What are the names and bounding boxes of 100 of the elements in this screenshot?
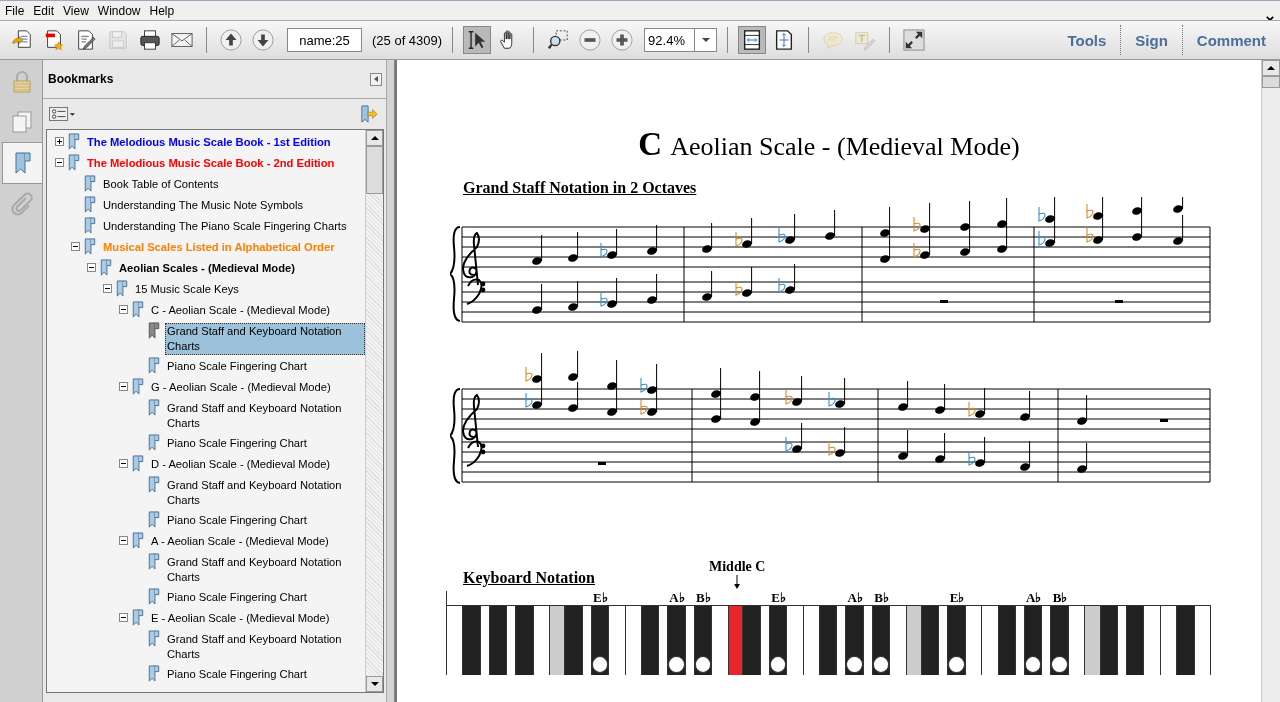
up-arrow-icon[interactable] <box>1267 66 1275 70</box>
bookmark-item[interactable]: Piano Scale Fingering Chart <box>165 512 309 529</box>
pane-link[interactable]: Tools <box>1053 31 1121 49</box>
bookmark-icon <box>148 434 160 451</box>
scroll-thumb[interactable] <box>1262 76 1280 88</box>
left-triangle-icon <box>374 76 378 82</box>
bookmark-item[interactable]: Piano Scale Fingering Chart <box>165 435 309 452</box>
bookmark-icon <box>84 196 96 213</box>
bookmark-item[interactable]: Understanding The Music Note Symbols <box>101 197 306 214</box>
expander-icon[interactable] <box>119 459 128 468</box>
options-button[interactable] <box>49 107 75 121</box>
bookmark-icon <box>100 259 112 276</box>
down-arrow-icon[interactable] <box>370 682 379 686</box>
padlock-icon <box>10 70 34 94</box>
previous-page-button[interactable] <box>217 26 245 54</box>
expander-icon[interactable] <box>119 613 128 622</box>
expand-arrows-icon <box>903 29 926 51</box>
bookmark-arrow-icon <box>360 105 378 123</box>
next-page-button[interactable] <box>249 26 277 54</box>
expander-icon[interactable] <box>103 284 112 293</box>
bookmark-icon <box>84 238 96 255</box>
paperclip-icon <box>10 192 34 216</box>
bookmark-icon <box>132 378 144 395</box>
bookmark-item[interactable]: Grand Staff and Keyboard Notation Charts <box>165 323 365 355</box>
expander-icon[interactable] <box>55 137 64 146</box>
menu-item[interactable]: Window <box>94 3 147 18</box>
bookmark-item[interactable]: A - Aeolian Scale - (Medieval Mode) <box>149 533 331 550</box>
bookmark-icon <box>148 399 160 416</box>
menu-item[interactable]: View <box>60 3 95 18</box>
bookmark-icon <box>84 217 96 234</box>
bookmark-item[interactable]: Understanding The Piano Scale Fingering Charts <box>101 218 349 235</box>
up-arrow-icon[interactable] <box>370 136 379 140</box>
bookmarks-tab[interactable] <box>2 142 42 184</box>
scroll-thumb[interactable] <box>366 146 383 194</box>
bookmark-icon <box>68 154 80 171</box>
bookmark-item[interactable]: C - Aeolian Scale - (Medieval Mode) <box>149 302 333 319</box>
bookmark-icon <box>68 133 80 150</box>
bookmark-item[interactable]: 15 Music Scale Keys <box>133 281 241 298</box>
bookmark-icon <box>148 476 160 493</box>
expander-icon[interactable] <box>119 382 128 391</box>
minus-icon <box>579 29 602 51</box>
page-title: Aeolian Scale - (Medieval Mode) <box>670 132 1020 162</box>
menu-item[interactable]: File <box>2 3 31 18</box>
bookmark-icon <box>148 357 160 374</box>
title-key: C <box>638 126 663 163</box>
bookmark-item[interactable]: Book Table of Contents <box>101 176 221 193</box>
key-label: B♭ <box>1052 591 1068 605</box>
bookmark-item[interactable]: Grand Staff and Keyboard Notation Charts <box>165 631 365 663</box>
bookmark-item[interactable]: Piano Scale Fingering Chart <box>165 666 309 683</box>
select-tool-button[interactable] <box>463 26 492 54</box>
expander-icon[interactable] <box>119 536 128 545</box>
document-star-icon <box>43 29 65 51</box>
page-number-field[interactable]: name:25 <box>287 28 362 52</box>
bookmark-item[interactable]: The Melodious Music Scale Book - 1st Edition <box>85 134 333 151</box>
bookmark-icon <box>148 665 160 682</box>
collapse-panel-button[interactable] <box>370 72 382 86</box>
bookmark-item[interactable]: G - Aeolian Scale - (Medieval Mode) <box>149 379 333 396</box>
bookmark-item[interactable]: Grand Staff and Keyboard Notation Charts <box>165 477 365 509</box>
splitter-handle[interactable] <box>386 60 395 702</box>
fit-page-button[interactable] <box>738 26 767 54</box>
magnifier-icon <box>547 29 570 51</box>
zoom-field[interactable]: 92.4% <box>644 28 695 52</box>
bookmark-icon <box>148 630 160 647</box>
menu-item[interactable]: Edit <box>30 3 61 18</box>
bookmark-item[interactable]: Piano Scale Fingering Chart <box>165 589 309 606</box>
expander-icon[interactable] <box>119 305 128 314</box>
bookmark-item[interactable]: Grand Staff and Keyboard Notation Charts <box>165 554 365 586</box>
pane-link[interactable]: Sign <box>1121 31 1182 49</box>
panel-title: Bookmarks <box>48 72 114 86</box>
key-label: B♭ <box>874 591 889 605</box>
key-label: B♭ <box>696 591 711 605</box>
bookmark-item[interactable]: The Melodious Music Scale Book - 2nd Edition <box>85 155 337 172</box>
menu-item[interactable]: Help <box>146 3 181 18</box>
document-pen-icon <box>75 29 97 51</box>
bookmark-item[interactable]: E - Aeolian Scale - (Medieval Mode) <box>149 610 332 627</box>
go-to-bookmark-button[interactable] <box>360 105 378 123</box>
text-pen-icon <box>854 29 877 51</box>
scrollbar[interactable] <box>365 130 383 692</box>
bookmark-item[interactable]: D - Aeolian Scale - (Medieval Mode) <box>149 456 333 473</box>
expander-icon[interactable] <box>87 263 96 272</box>
section-heading: Grand Staff Notation in 2 Octaves <box>463 179 697 197</box>
key-label: E♭ <box>949 591 965 605</box>
pages-icon <box>10 110 34 134</box>
dropdown-caret-icon <box>701 38 710 42</box>
bookmark-icon <box>148 553 160 570</box>
pane-link[interactable]: Comment <box>1182 31 1280 49</box>
key-label: A♭ <box>847 591 863 605</box>
bookmark-item[interactable]: Piano Scale Fingering Chart <box>165 358 309 375</box>
key-label: E♭ <box>771 591 786 605</box>
expander-icon[interactable] <box>71 242 80 251</box>
list-options-icon <box>49 107 75 121</box>
zoom-dropdown-button[interactable] <box>694 28 718 52</box>
page-count: (25 of 4309) <box>372 32 443 48</box>
bookmark-icon <box>132 455 144 472</box>
scrollbar[interactable] <box>1261 60 1280 702</box>
expander-icon[interactable] <box>55 158 64 167</box>
key-label: A♭ <box>1026 591 1042 605</box>
bookmark-item[interactable]: Aeolian Scales - (Medieval Mode) <box>117 260 297 277</box>
middle-c-label: Middle C <box>709 559 766 575</box>
bookmark-item[interactable]: Grand Staff and Keyboard Notation Charts <box>165 400 365 432</box>
